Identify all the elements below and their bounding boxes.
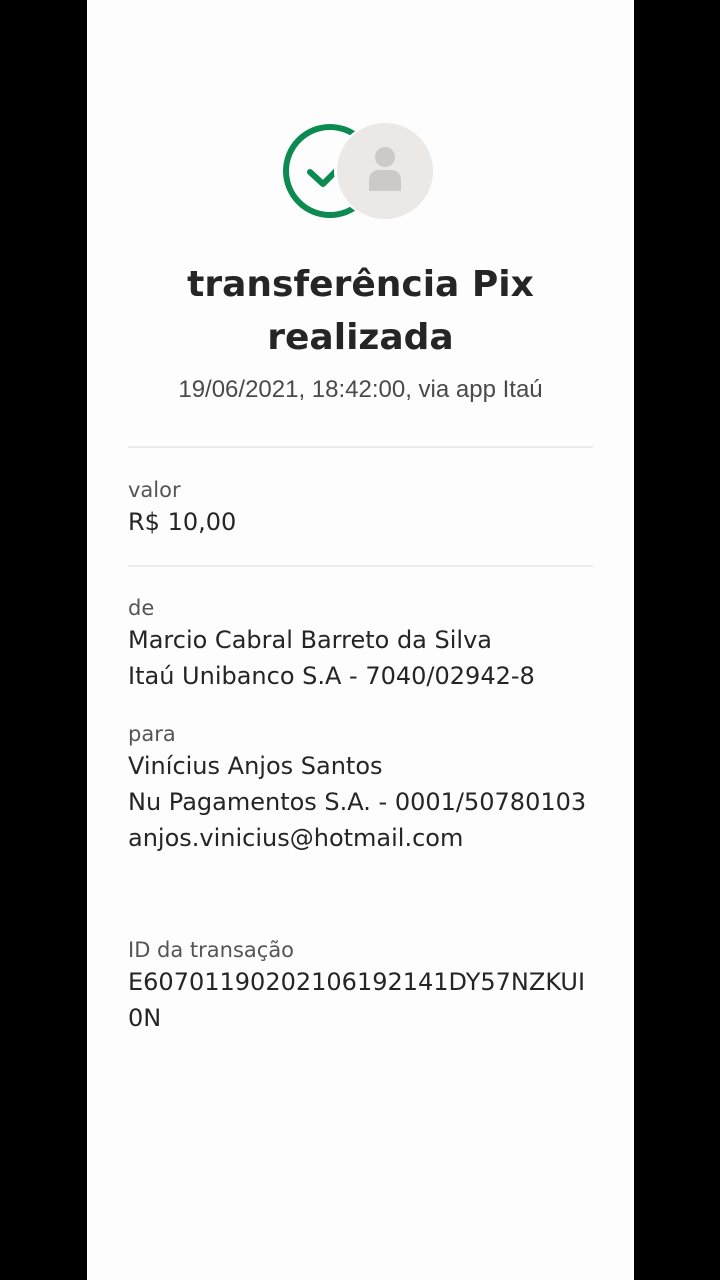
title-line-2: realizada	[267, 317, 454, 358]
avatar	[337, 123, 433, 219]
recipient-name: Vinícius Anjos Santos	[128, 752, 383, 780]
amount-label: valor	[128, 478, 181, 502]
person-icon	[369, 147, 401, 191]
divider	[128, 446, 593, 448]
recipient-bank: Nu Pagamentos S.A. - 0001/50780103	[128, 788, 587, 816]
title-line-1: transferência Pix	[187, 264, 534, 305]
divider	[128, 565, 593, 567]
recipient-section: para Vinícius Anjos Santos Nu Pagamentos…	[128, 720, 598, 856]
sender-section: de Marcio Cabral Barreto da Silva Itaú U…	[128, 594, 598, 694]
sender-name: Marcio Cabral Barreto da Silva	[128, 626, 492, 654]
page-title: transferência Pix realizada	[87, 258, 634, 364]
receipt-page: transferência Pix realizada 19/06/2021, …	[87, 0, 634, 1280]
transaction-id-value: E60701190202106192141DY57NZKUI0N	[128, 968, 586, 1032]
sender-bank: Itaú Unibanco S.A - 7040/02942-8	[128, 662, 535, 690]
recipient-label: para	[128, 722, 176, 746]
sender-label: de	[128, 596, 155, 620]
transaction-section: ID da transação E60701190202106192141DY5…	[128, 936, 598, 1036]
transfer-timestamp: 19/06/2021, 18:42:00, via app Itaú	[178, 376, 543, 403]
status-icons	[281, 122, 433, 220]
amount-section: valor R$ 10,00	[128, 476, 598, 540]
transaction-id-label: ID da transação	[128, 938, 295, 962]
recipient-email: anjos.vinicius@hotmail.com	[128, 824, 464, 852]
amount-value: R$ 10,00	[128, 508, 237, 536]
